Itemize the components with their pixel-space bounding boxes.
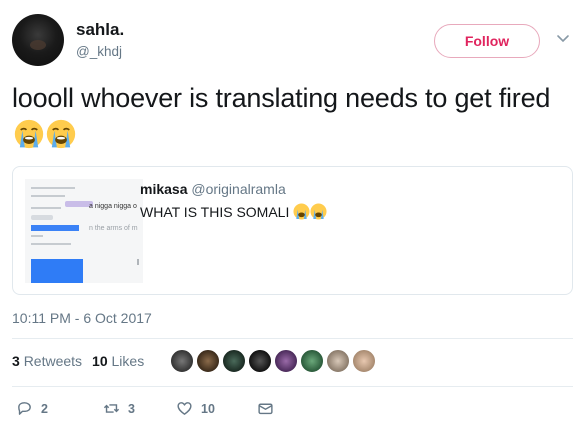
avatar[interactable] bbox=[196, 349, 220, 373]
avatar[interactable] bbox=[352, 349, 376, 373]
quoted-tweet-author[interactable]: mikasa @originalramla bbox=[140, 181, 286, 197]
quoted-media-text-line1: a nigga nigga o bbox=[89, 203, 137, 210]
tweet-timestamp[interactable]: 10:11 PM - 6 Oct 2017 bbox=[12, 310, 152, 326]
quoted-tweet-media[interactable]: a nigga nigga o n the arms of m bbox=[25, 179, 143, 283]
retweets-stat[interactable]: 3 Retweets bbox=[12, 353, 82, 369]
envelope-icon bbox=[258, 403, 273, 415]
likes-stat[interactable]: 10 Likes bbox=[92, 353, 144, 369]
like-button[interactable]: 10 bbox=[176, 400, 215, 417]
reply-count: 2 bbox=[41, 401, 48, 416]
quoted-tweet-body: WHAT IS THIS SOMALI bbox=[140, 204, 290, 220]
author-avatar[interactable] bbox=[12, 14, 64, 66]
avatar[interactable] bbox=[274, 349, 298, 373]
likers-avatars bbox=[170, 349, 376, 373]
divider bbox=[12, 338, 573, 339]
quoted-tweet-card[interactable]: a nigga nigga o n the arms of m bbox=[12, 166, 573, 295]
divider bbox=[12, 386, 573, 387]
author-display-name[interactable]: sahla. bbox=[76, 20, 124, 40]
quoted-tweet-text: WHAT IS THIS SOMALI bbox=[140, 203, 327, 220]
quoted-handle: @originalramla bbox=[191, 181, 286, 197]
avatar[interactable] bbox=[170, 349, 194, 373]
retweet-button[interactable]: 3 bbox=[103, 400, 135, 417]
direct-message-button[interactable] bbox=[257, 400, 274, 417]
loudly-crying-face-icon bbox=[310, 203, 327, 220]
tweet-stats: 3 Retweets 10 Likes bbox=[12, 353, 144, 369]
reply-icon bbox=[18, 402, 31, 415]
retweet-count: 3 bbox=[128, 401, 135, 416]
avatar[interactable] bbox=[300, 349, 324, 373]
tweet-body: loooll whoever is translating needs to g… bbox=[12, 83, 551, 113]
loudly-crying-face-icon bbox=[14, 119, 44, 149]
reply-button[interactable]: 2 bbox=[16, 400, 48, 417]
like-count: 10 bbox=[201, 401, 215, 416]
avatar[interactable] bbox=[222, 349, 246, 373]
chevron-down-icon[interactable] bbox=[556, 34, 570, 44]
heart-icon bbox=[177, 402, 192, 415]
quoted-display-name: mikasa bbox=[140, 181, 188, 197]
retweet-icon bbox=[103, 404, 120, 413]
avatar[interactable] bbox=[248, 349, 272, 373]
tweet-text: loooll whoever is translating needs to g… bbox=[12, 80, 572, 154]
loudly-crying-face-icon bbox=[293, 203, 310, 220]
quoted-media-text-line2: n the arms of m bbox=[89, 225, 138, 232]
follow-button[interactable]: Follow bbox=[434, 24, 540, 58]
author-handle[interactable]: @_khdj bbox=[76, 44, 122, 59]
loudly-crying-face-icon bbox=[46, 119, 76, 149]
avatar[interactable] bbox=[326, 349, 350, 373]
